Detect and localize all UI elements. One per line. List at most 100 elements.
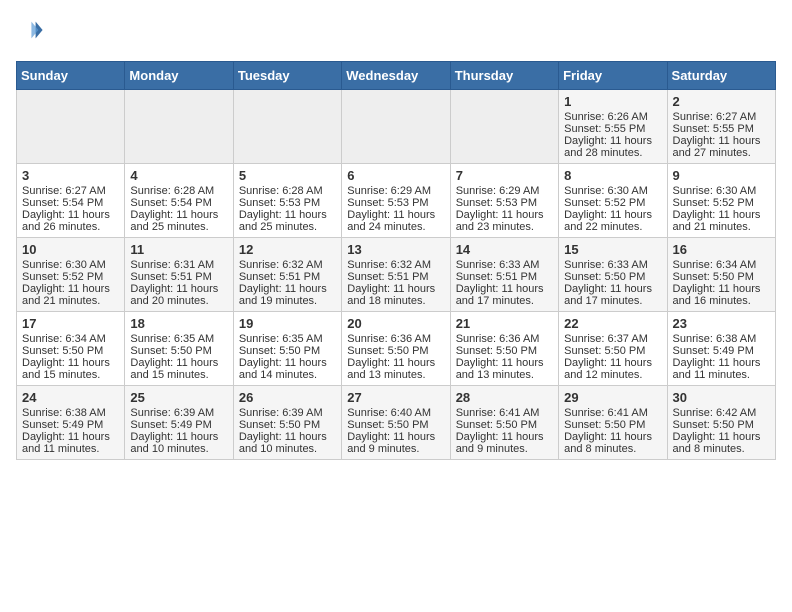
calendar-cell	[17, 90, 125, 164]
calendar-cell: 29 Sunrise: 6:41 AMSunset: 5:50 PMDayligh…	[559, 386, 667, 460]
day-info: Sunrise: 6:31 AMSunset: 5:51 PMDaylight:…	[130, 259, 218, 307]
day-number: 6	[347, 168, 444, 183]
calendar-cell: 3Sunrise: 6:27 AMSunset: 5:54 PMDaylight…	[17, 164, 125, 238]
calendar-cell: 13Sunrise: 6:32 AMSunset: 5:51 PMDayligh…	[342, 238, 450, 312]
day-info: Sunrise: 6:40 AMSunset: 5:50 PMDaylight:…	[347, 407, 435, 455]
week-row-4: 17 Sunrise: 6:34 AMSunset: 5:50 PMDayligh…	[17, 312, 776, 386]
calendar-cell: 2Sunrise: 6:27 AMSunset: 5:55 PMDaylight…	[667, 90, 775, 164]
day-number: 9	[673, 168, 770, 183]
logo	[16, 16, 46, 49]
logo-icon	[16, 16, 44, 44]
day-number: 5	[239, 168, 336, 183]
day-number: 20	[347, 316, 444, 331]
week-row-2: 3Sunrise: 6:27 AMSunset: 5:54 PMDaylight…	[17, 164, 776, 238]
day-number: 30	[673, 390, 770, 405]
day-info: Sunrise: 6:41 AMSunset: 5:50 PMDaylight:…	[564, 407, 652, 455]
day-info: Sunrise: 6:28 AMSunset: 5:53 PMDaylight:…	[239, 185, 327, 233]
calendar-cell: 23Sunrise: 6:38 AMSunset: 5:49 PMDayligh…	[667, 312, 775, 386]
calendar-cell: 9 Sunrise: 6:30 AMSunset: 5:52 PMDaylight…	[667, 164, 775, 238]
calendar-cell: 6 Sunrise: 6:29 AMSunset: 5:53 PMDaylight…	[342, 164, 450, 238]
day-info: Sunrise: 6:33 AMSunset: 5:51 PMDaylight:…	[456, 259, 544, 307]
calendar-cell	[233, 90, 341, 164]
day-number: 21	[456, 316, 553, 331]
day-number: 12	[239, 242, 336, 257]
day-number: 3	[22, 168, 119, 183]
calendar-cell: 5 Sunrise: 6:28 AMSunset: 5:53 PMDaylight…	[233, 164, 341, 238]
weekday-header-sunday: Sunday	[17, 62, 125, 90]
week-row-3: 10 Sunrise: 6:30 AMSunset: 5:52 PMDayligh…	[17, 238, 776, 312]
page-header	[16, 16, 776, 49]
day-info: Sunrise: 6:38 AMSunset: 5:49 PMDaylight:…	[673, 333, 761, 381]
weekday-header-wednesday: Wednesday	[342, 62, 450, 90]
calendar-cell: 22Sunrise: 6:37 AMSunset: 5:50 PMDayligh…	[559, 312, 667, 386]
day-number: 24	[22, 390, 119, 405]
calendar-table: SundayMondayTuesdayWednesdayThursdayFrid…	[16, 61, 776, 460]
weekday-header-thursday: Thursday	[450, 62, 558, 90]
day-info: Sunrise: 6:30 AMSunset: 5:52 PMDaylight:…	[22, 259, 110, 307]
day-number: 28	[456, 390, 553, 405]
weekday-header-saturday: Saturday	[667, 62, 775, 90]
calendar-cell: 15 Sunrise: 6:33 AMSunset: 5:50 PMDayligh…	[559, 238, 667, 312]
calendar-cell: 16 Sunrise: 6:34 AMSunset: 5:50 PMDayligh…	[667, 238, 775, 312]
day-number: 2	[673, 94, 770, 109]
week-row-5: 24 Sunrise: 6:38 AMSunset: 5:49 PMDayligh…	[17, 386, 776, 460]
day-info: Sunrise: 6:29 AMSunset: 5:53 PMDaylight:…	[347, 185, 435, 233]
calendar-cell	[125, 90, 233, 164]
week-row-1: 1 Sunrise: 6:26 AMSunset: 5:55 PMDaylight…	[17, 90, 776, 164]
day-number: 7	[456, 168, 553, 183]
calendar-cell: 30 Sunrise: 6:42 AMSunset: 5:50 PMDayligh…	[667, 386, 775, 460]
day-info: Sunrise: 6:35 AMSunset: 5:50 PMDaylight:…	[239, 333, 327, 381]
calendar-cell: 11 Sunrise: 6:31 AMSunset: 5:51 PMDayligh…	[125, 238, 233, 312]
calendar-cell: 24 Sunrise: 6:38 AMSunset: 5:49 PMDayligh…	[17, 386, 125, 460]
day-number: 4	[130, 168, 227, 183]
day-number: 8	[564, 168, 661, 183]
calendar-cell: 26 Sunrise: 6:39 AMSunset: 5:50 PMDayligh…	[233, 386, 341, 460]
day-info: Sunrise: 6:41 AMSunset: 5:50 PMDaylight:…	[456, 407, 544, 455]
day-info: Sunrise: 6:30 AMSunset: 5:52 PMDaylight:…	[673, 185, 761, 233]
day-info: Sunrise: 6:34 AMSunset: 5:50 PMDaylight:…	[22, 333, 110, 381]
day-info: Sunrise: 6:34 AMSunset: 5:50 PMDaylight:…	[673, 259, 761, 307]
day-number: 18	[130, 316, 227, 331]
day-info: Sunrise: 6:39 AMSunset: 5:50 PMDaylight:…	[239, 407, 327, 455]
day-number: 1	[564, 94, 661, 109]
calendar-cell: 17 Sunrise: 6:34 AMSunset: 5:50 PMDayligh…	[17, 312, 125, 386]
calendar-cell: 28 Sunrise: 6:41 AMSunset: 5:50 PMDayligh…	[450, 386, 558, 460]
day-info: Sunrise: 6:33 AMSunset: 5:50 PMDaylight:…	[564, 259, 652, 307]
calendar-cell: 21 Sunrise: 6:36 AMSunset: 5:50 PMDayligh…	[450, 312, 558, 386]
calendar-cell: 12 Sunrise: 6:32 AMSunset: 5:51 PMDayligh…	[233, 238, 341, 312]
weekday-header-row: SundayMondayTuesdayWednesdayThursdayFrid…	[17, 62, 776, 90]
calendar-cell: 19 Sunrise: 6:35 AMSunset: 5:50 PMDayligh…	[233, 312, 341, 386]
day-info: Sunrise: 6:36 AMSunset: 5:50 PMDaylight:…	[456, 333, 544, 381]
calendar-cell	[342, 90, 450, 164]
day-info: Sunrise: 6:42 AMSunset: 5:50 PMDaylight:…	[673, 407, 761, 455]
calendar-cell: 20 Sunrise: 6:36 AMSunset: 5:50 PMDayligh…	[342, 312, 450, 386]
day-info: Sunrise: 6:38 AMSunset: 5:49 PMDaylight:…	[22, 407, 110, 455]
day-number: 11	[130, 242, 227, 257]
day-number: 16	[673, 242, 770, 257]
day-number: 15	[564, 242, 661, 257]
day-number: 26	[239, 390, 336, 405]
calendar-cell: 4Sunrise: 6:28 AMSunset: 5:54 PMDaylight…	[125, 164, 233, 238]
day-info: Sunrise: 6:32 AMSunset: 5:51 PMDaylight:…	[239, 259, 327, 307]
day-info: Sunrise: 6:26 AMSunset: 5:55 PMDaylight:…	[564, 111, 652, 159]
calendar-cell	[450, 90, 558, 164]
calendar-cell: 7 Sunrise: 6:29 AMSunset: 5:53 PMDaylight…	[450, 164, 558, 238]
day-number: 17	[22, 316, 119, 331]
day-number: 25	[130, 390, 227, 405]
day-info: Sunrise: 6:35 AMSunset: 5:50 PMDaylight:…	[130, 333, 218, 381]
day-info: Sunrise: 6:29 AMSunset: 5:53 PMDaylight:…	[456, 185, 544, 233]
day-number: 19	[239, 316, 336, 331]
day-info: Sunrise: 6:32 AMSunset: 5:51 PMDaylight:…	[347, 259, 435, 307]
calendar-cell: 25Sunrise: 6:39 AMSunset: 5:49 PMDayligh…	[125, 386, 233, 460]
day-number: 10	[22, 242, 119, 257]
calendar-cell: 18 Sunrise: 6:35 AMSunset: 5:50 PMDayligh…	[125, 312, 233, 386]
day-number: 29	[564, 390, 661, 405]
day-info: Sunrise: 6:30 AMSunset: 5:52 PMDaylight:…	[564, 185, 652, 233]
weekday-header-friday: Friday	[559, 62, 667, 90]
calendar-cell: 8 Sunrise: 6:30 AMSunset: 5:52 PMDaylight…	[559, 164, 667, 238]
calendar-cell: 27Sunrise: 6:40 AMSunset: 5:50 PMDayligh…	[342, 386, 450, 460]
weekday-header-monday: Monday	[125, 62, 233, 90]
calendar-cell: 10 Sunrise: 6:30 AMSunset: 5:52 PMDayligh…	[17, 238, 125, 312]
calendar-cell: 1 Sunrise: 6:26 AMSunset: 5:55 PMDaylight…	[559, 90, 667, 164]
day-info: Sunrise: 6:36 AMSunset: 5:50 PMDaylight:…	[347, 333, 435, 381]
